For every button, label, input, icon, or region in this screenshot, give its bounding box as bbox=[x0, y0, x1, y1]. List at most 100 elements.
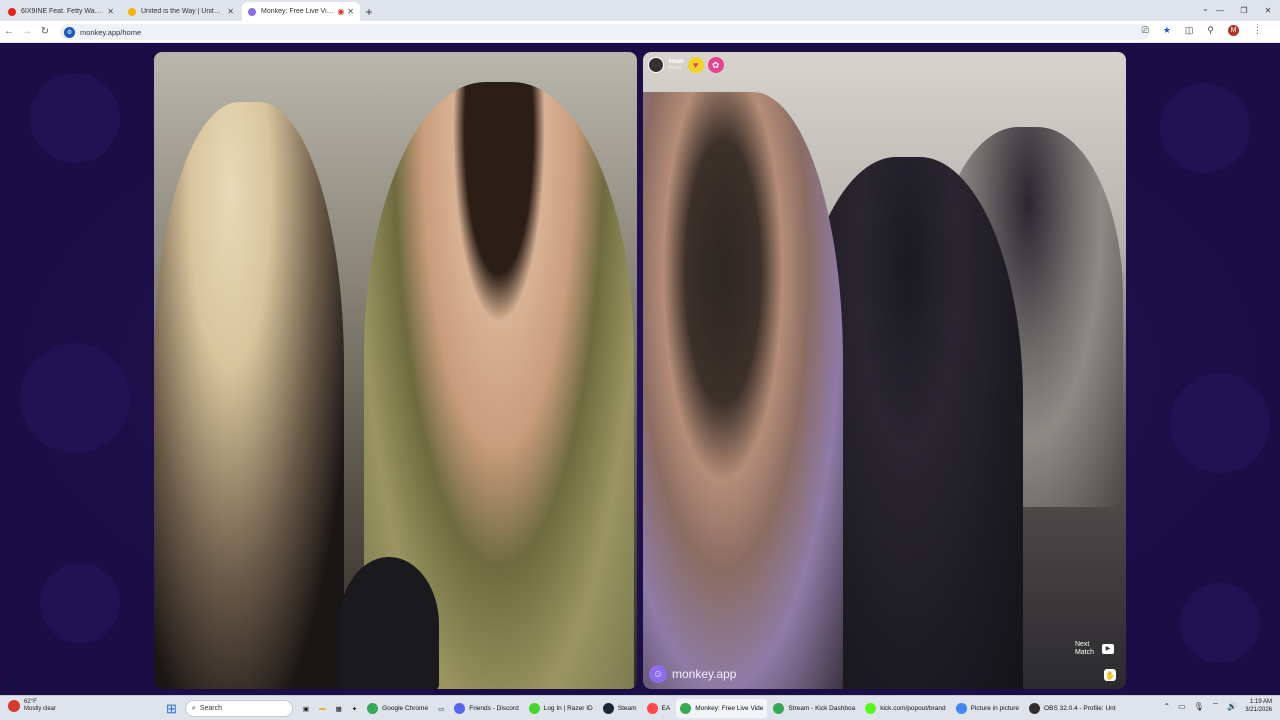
time: 1:19 AM bbox=[1249, 699, 1272, 705]
copilot-icon[interactable]: ✦ bbox=[348, 699, 361, 718]
search-placeholder: Search bbox=[199, 705, 223, 712]
taskbar-item-kick-dashboard[interactable]: Stream - Kick Dashboa bbox=[769, 699, 859, 718]
remote-video: 4man Nobel ♥ ✿ ☺ monkey.app Next Match ▶… bbox=[643, 52, 1126, 689]
brand-label: monkey.app bbox=[672, 667, 737, 681]
tab-youtube[interactable]: 6IX9INE Feat. Fetty Wap & A Bo ✕ bbox=[2, 2, 120, 21]
remote-user-badge[interactable]: 4man Nobel ♥ ✿ bbox=[648, 57, 724, 73]
obs-icon bbox=[1029, 703, 1041, 714]
calendar-icon[interactable]: ▦ bbox=[332, 699, 346, 718]
new-tab-button[interactable]: + bbox=[360, 3, 378, 21]
omnibox[interactable]: ⚙ monkey.app/home bbox=[60, 24, 1150, 40]
remote-user-subtitle: Nobel bbox=[668, 65, 682, 71]
task-view-icon[interactable]: ▣ bbox=[299, 699, 313, 718]
person-front bbox=[643, 92, 843, 689]
weather-temp: 62°F bbox=[24, 699, 37, 705]
wifi-icon[interactable]: ⌔ bbox=[1212, 701, 1220, 711]
taskbar-item-razer[interactable]: Log In | Razer ID bbox=[525, 699, 597, 718]
url-text[interactable]: monkey.app/home bbox=[80, 28, 141, 37]
windows-start-icon[interactable]: ⊞ bbox=[160, 701, 183, 717]
local-video bbox=[154, 52, 637, 689]
background-decoration bbox=[20, 343, 130, 453]
close-icon[interactable]: ✕ bbox=[107, 7, 114, 16]
taskbar-item-obs[interactable]: OBS 32.0.4 - Profile: Unt bbox=[1025, 699, 1120, 718]
tab-title: 6IX9INE Feat. Fetty Wap & A Bo bbox=[21, 8, 104, 15]
tray-app-icon[interactable]: ▭ bbox=[1178, 702, 1186, 711]
cast-icon[interactable]: ⎚ bbox=[1142, 25, 1149, 36]
background-decoration bbox=[1170, 373, 1270, 473]
avatar[interactable] bbox=[648, 57, 664, 73]
chrome-icon bbox=[955, 703, 967, 714]
next-match-button[interactable]: Next Match ▶ bbox=[1075, 641, 1114, 657]
taskbar-item-pip[interactable]: Picture in picture bbox=[952, 699, 1023, 718]
gift-icon[interactable]: ✿ bbox=[707, 57, 724, 73]
united-way-icon bbox=[128, 7, 136, 16]
chrome-icon bbox=[367, 703, 379, 714]
taskbar-item-discord[interactable]: Friends - Discord bbox=[450, 699, 522, 718]
bookmark-star-icon[interactable]: ★ bbox=[1163, 25, 1171, 36]
chevron-up-icon[interactable]: ⌃ bbox=[1163, 702, 1170, 711]
hand-icon[interactable]: ✋ bbox=[1104, 669, 1116, 681]
monkey-icon bbox=[248, 7, 256, 16]
back-icon[interactable]: ← bbox=[0, 26, 18, 37]
monkey-page: 4man Nobel ♥ ✿ ☺ monkey.app Next Match ▶… bbox=[0, 43, 1280, 695]
chrome-icon bbox=[773, 703, 785, 714]
monkey-watermark: ☺ monkey.app bbox=[649, 665, 736, 683]
taskbar: 62°F Mostly clear ⊞ ⌕ Search ▣ ▬ ▦ ✦ Goo… bbox=[0, 695, 1280, 720]
profile-avatar[interactable]: M bbox=[1228, 25, 1239, 36]
next-match-label: Next bbox=[1074, 641, 1090, 648]
microphone-icon[interactable]: 🎙 bbox=[1194, 702, 1204, 711]
taskbar-item-ea[interactable]: EA bbox=[643, 699, 675, 718]
youtube-icon bbox=[8, 7, 16, 16]
file-explorer-icon[interactable]: ▬ bbox=[315, 699, 330, 718]
taskbar-item-label: kick.com/popout/brand bbox=[880, 705, 946, 712]
background-decoration bbox=[1180, 583, 1260, 663]
close-window-icon[interactable]: ✕ bbox=[1256, 0, 1280, 21]
reload-icon[interactable]: ↻ bbox=[36, 26, 54, 37]
steam-icon bbox=[602, 703, 614, 714]
background-decoration bbox=[30, 73, 120, 163]
microphone bbox=[339, 557, 439, 689]
address-bar: ← → ↻ ⚙ monkey.app/home ⎚ ★ ◫ ⚲ M ⋮ bbox=[0, 21, 1280, 43]
close-icon[interactable]: ✕ bbox=[347, 7, 354, 16]
chrome-icon bbox=[680, 703, 692, 714]
next-icon: ▶ bbox=[1102, 644, 1114, 654]
recording-icon: ◉ bbox=[337, 7, 345, 16]
taskbar-item-monkey[interactable]: Monkey: Free Live Vide bbox=[676, 699, 768, 718]
taskbar-item-label: Picture in picture bbox=[970, 705, 1020, 712]
taskbar-items: ⊞ ⌕ Search ▣ ▬ ▦ ✦ Google Chrome ▭ Frien… bbox=[160, 699, 1120, 718]
menu-icon[interactable]: ⋮ bbox=[1253, 25, 1262, 36]
taskbar-search[interactable]: ⌕ Search bbox=[184, 700, 293, 717]
tab-title: United is the Way | United Way bbox=[141, 8, 224, 15]
tab-title: Monkey: Free Live Video Ch bbox=[261, 8, 335, 15]
taskbar-item-kick-popout[interactable]: kick.com/popout/brand bbox=[861, 699, 949, 718]
tab-strip: 6IX9INE Feat. Fetty Wap & A Bo ✕ United … bbox=[0, 0, 1280, 21]
system-tray: ⌃ ▭ 🎙 ⌔ 🔊 1:19 AM 3/21/2026 bbox=[1163, 698, 1272, 714]
close-icon[interactable]: ✕ bbox=[227, 7, 234, 16]
taskbar-item-steam[interactable]: Steam bbox=[599, 699, 641, 718]
forward-icon[interactable]: → bbox=[18, 26, 36, 37]
weather-icon bbox=[8, 700, 20, 712]
clock[interactable]: 1:19 AM 3/21/2026 bbox=[1245, 698, 1272, 714]
minimize-icon[interactable]: — bbox=[1208, 0, 1232, 21]
site-info-icon[interactable]: ⚙ bbox=[64, 26, 75, 38]
terminal-icon[interactable]: ▭ bbox=[434, 699, 448, 718]
ea-icon bbox=[646, 703, 658, 714]
taskbar-item-chrome[interactable]: Google Chrome bbox=[363, 699, 432, 718]
monkey-logo-icon: ☺ bbox=[649, 665, 667, 683]
tab-monkey[interactable]: Monkey: Free Live Video Ch ◉ ✕ bbox=[242, 2, 360, 21]
tab-united-way[interactable]: United is the Way | United Way ✕ bbox=[122, 2, 240, 21]
background-decoration bbox=[1160, 83, 1250, 173]
kick-icon bbox=[865, 703, 877, 714]
maximize-icon[interactable]: ❐ bbox=[1232, 0, 1256, 21]
search-icon: ⌕ bbox=[191, 704, 196, 712]
side-panel-icon[interactable]: ◫ bbox=[1185, 25, 1194, 36]
taskbar-item-label: Steam bbox=[617, 705, 637, 712]
heart-icon[interactable]: ♥ bbox=[687, 57, 704, 73]
weather-widget[interactable]: 62°F Mostly clear bbox=[8, 699, 56, 713]
toolbar-actions: ⎚ ★ ◫ ⚲ M ⋮ bbox=[1142, 25, 1262, 36]
taskbar-item-label: OBS 32.0.4 - Profile: Unt bbox=[1044, 705, 1116, 712]
volume-icon[interactable]: 🔊 bbox=[1227, 702, 1237, 711]
taskbar-item-label: Stream - Kick Dashboa bbox=[788, 705, 856, 712]
extensions-icon[interactable]: ⚲ bbox=[1207, 25, 1214, 36]
next-match-label: Match bbox=[1074, 649, 1094, 656]
